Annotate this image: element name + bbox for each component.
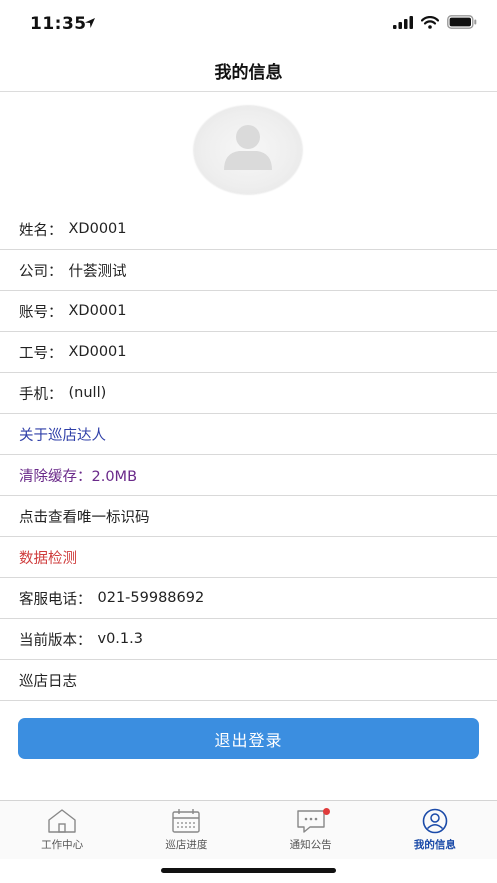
service-phone-item[interactable]: 客服电话： 021-59988692 — [0, 578, 497, 619]
message-icon — [296, 810, 325, 833]
account-label: 账号： — [19, 304, 63, 321]
profile-content: 姓名： XD0001 公司： 什荟测试 账号： XD0001 工号： XD0001 手机… — [0, 92, 497, 800]
inspection-log-label: 巡店日志 — [19, 673, 77, 690]
company-value: 什荟测试 — [68, 263, 127, 280]
company-label: 公司： — [19, 263, 63, 280]
tab-bar: 工作中心 巡店进度 通知公告 我的信息 — [0, 800, 497, 859]
clear-cache-label: 清除缓存：2.0MB — [19, 468, 138, 485]
account-row: 账号： XD0001 — [0, 291, 497, 332]
battery-icon — [447, 15, 477, 29]
phone-label: 手机： — [19, 386, 63, 403]
clear-cache-item[interactable]: 清除缓存：2.0MB — [0, 455, 497, 496]
device-id-item[interactable]: 点击查看唯一标识码 — [0, 496, 497, 537]
notification-badge-dot — [322, 808, 330, 815]
name-label: 姓名： — [19, 222, 63, 239]
calendar-icon — [172, 809, 201, 833]
logout-button[interactable]: 退出登录 — [18, 718, 479, 759]
account-value: XD0001 — [68, 303, 127, 319]
inspection-log-item[interactable]: 巡店日志 — [0, 660, 497, 701]
navigation-bar: 我的信息 — [0, 48, 497, 92]
service-phone-label: 客服电话： — [19, 591, 92, 608]
tab-inspection-progress[interactable]: 巡店进度 — [124, 801, 248, 859]
job-number-value: XD0001 — [68, 344, 127, 360]
name-value: XD0001 — [68, 221, 127, 237]
name-row: 姓名： XD0001 — [0, 209, 497, 250]
status-icons — [393, 15, 477, 29]
company-row: 公司： 什荟测试 — [0, 250, 497, 291]
tab-notifications-label: 通知公告 — [289, 839, 332, 851]
tab-my-info-label: 我的信息 — [413, 839, 456, 851]
version-label: 当前版本： — [19, 632, 92, 649]
status-time: 11:35 — [30, 14, 87, 34]
page-title: 我的信息 — [214, 63, 283, 83]
status-bar: 11:35 — [0, 0, 497, 48]
profile-info-list: 姓名： XD0001 公司： 什荟测试 账号： XD0001 工号： XD0001 手机… — [0, 209, 497, 701]
location-arrow-icon — [85, 18, 95, 28]
tab-inspection-progress-label: 巡店进度 — [165, 839, 208, 851]
user-icon — [422, 808, 448, 834]
tab-work-center-label: 工作中心 — [41, 839, 84, 851]
data-check-label: 数据检测 — [19, 550, 77, 567]
phone-row: 手机： (null) — [0, 373, 497, 414]
data-check-item[interactable]: 数据检测 — [0, 537, 497, 578]
phone-value: (null) — [68, 385, 107, 401]
avatar[interactable] — [194, 106, 302, 194]
job-number-row: 工号： XD0001 — [0, 332, 497, 373]
about-app-item[interactable]: 关于巡店达人 — [0, 414, 497, 455]
home-icon — [48, 809, 76, 833]
tab-my-info[interactable]: 我的信息 — [373, 801, 497, 859]
service-phone-value: 021-59988692 — [97, 590, 205, 606]
device-id-label: 点击查看唯一标识码 — [19, 509, 150, 526]
about-app-label: 关于巡店达人 — [19, 427, 106, 444]
job-number-label: 工号： — [19, 345, 63, 362]
tab-work-center[interactable]: 工作中心 — [0, 801, 124, 859]
version-row: 当前版本： v0.1.3 — [0, 619, 497, 660]
version-value: v0.1.3 — [97, 631, 143, 647]
user-placeholder-icon — [224, 125, 272, 170]
wifi-icon — [421, 15, 439, 29]
cellular-signal-icon — [393, 15, 413, 29]
home-indicator[interactable] — [161, 868, 336, 873]
tab-notifications[interactable]: 通知公告 — [249, 801, 373, 859]
